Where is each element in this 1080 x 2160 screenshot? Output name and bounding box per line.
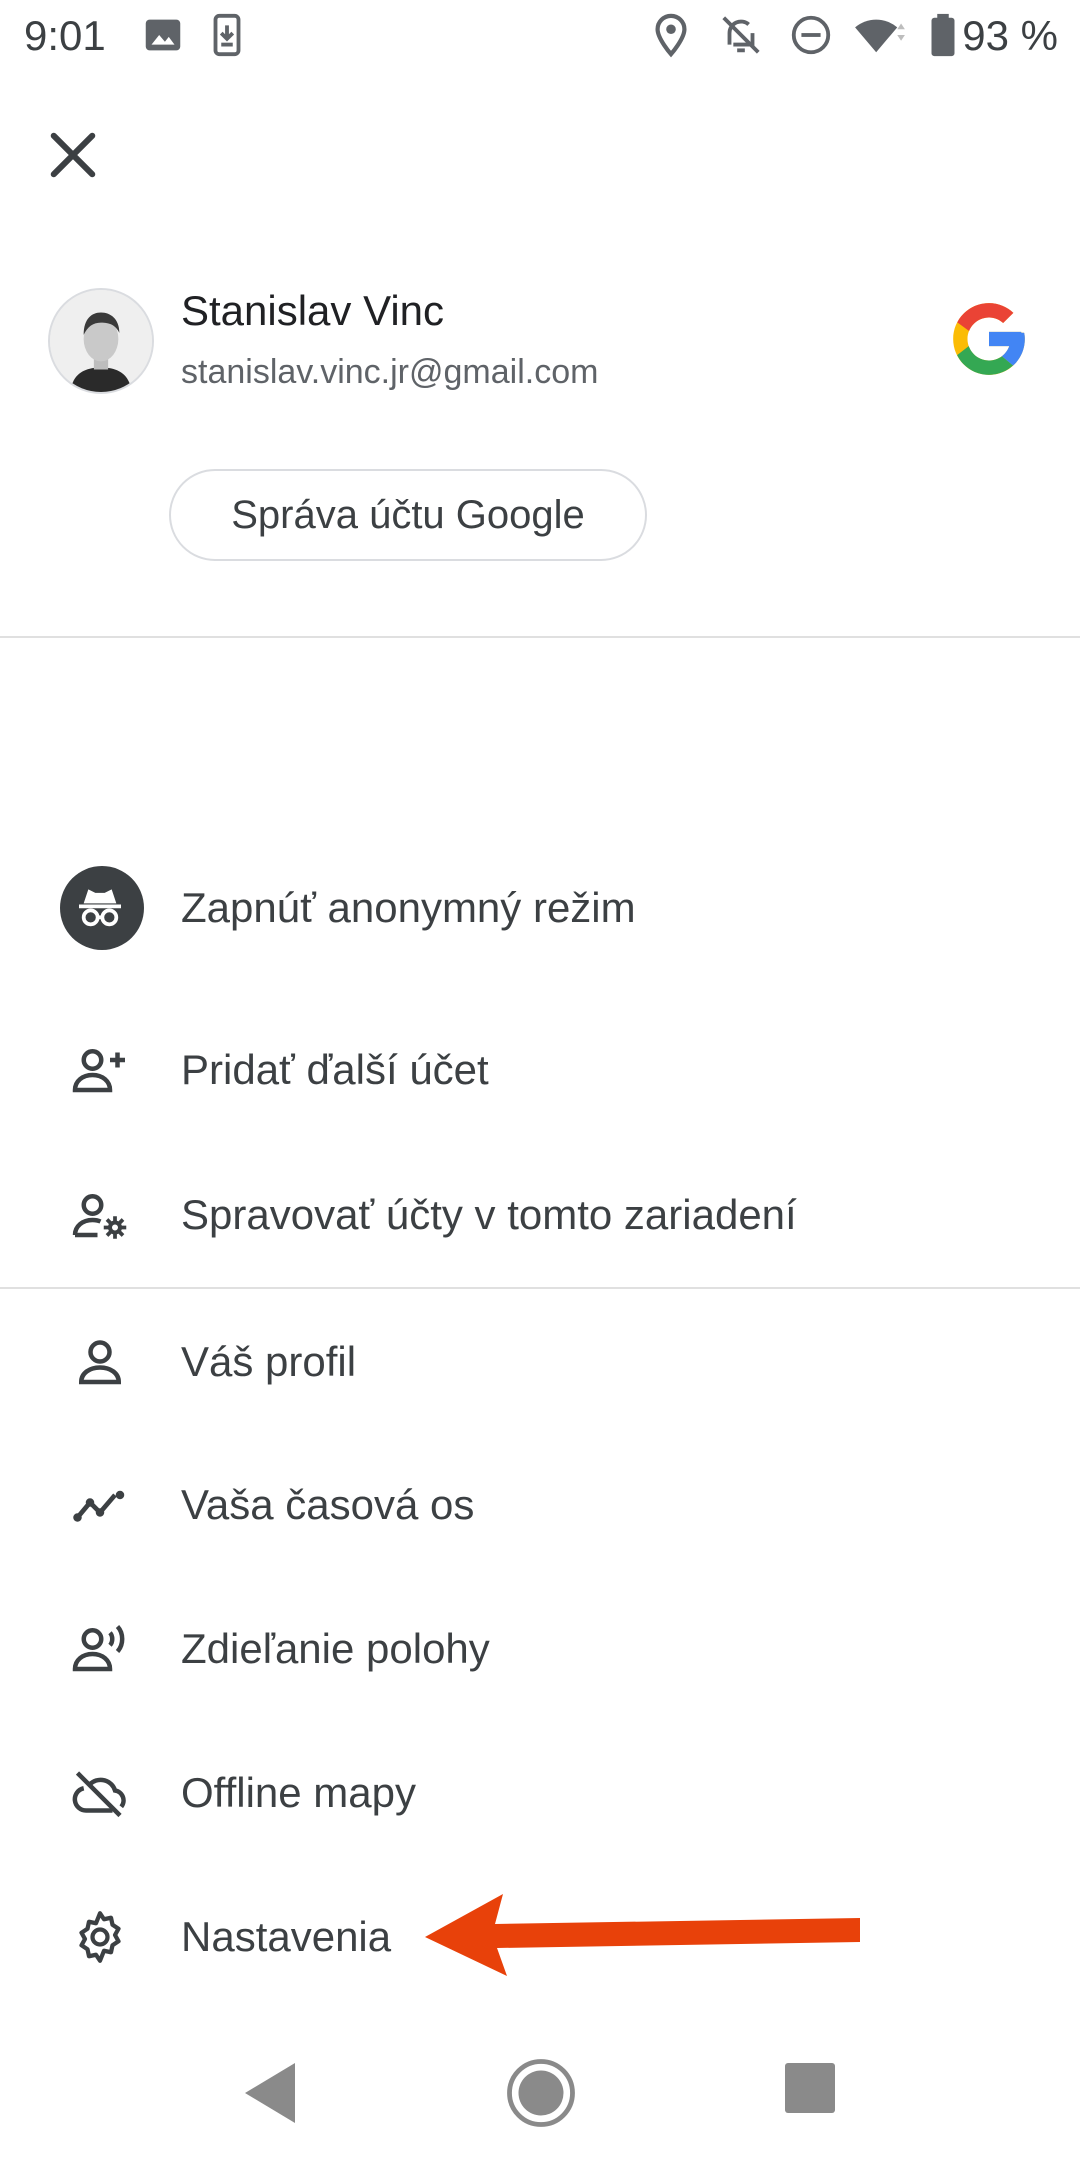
- battery-icon: [931, 13, 955, 57]
- cloud-off-icon: [72, 1771, 126, 1818]
- incognito-icon: [79, 889, 121, 927]
- menu-item-incognito[interactable]: Zapnúť anonymný režim: [0, 853, 1080, 963]
- settings-gear-icon: [79, 1911, 121, 1963]
- phone-download-icon: [213, 13, 241, 57]
- person-icon: [78, 1340, 122, 1385]
- menu-item-label: Zapnúť anonymný režim: [181, 884, 636, 931]
- avatar-photo: [50, 290, 152, 392]
- wifi-icon: [855, 19, 905, 53]
- divider: [0, 1287, 1080, 1289]
- menu-item-label: Zdieľanie polohy: [181, 1625, 490, 1672]
- location-sharing-icon: [72, 1624, 125, 1672]
- menu-item-your-profile[interactable]: Váš profil: [0, 1307, 1080, 1417]
- recents-icon[interactable]: [785, 2063, 835, 2113]
- battery-percent: 93 %: [962, 12, 1058, 59]
- menu-item-label: Váš profil: [181, 1338, 357, 1385]
- menu-item-label: Vaša časová os: [181, 1481, 475, 1528]
- status-time: 9:01: [24, 12, 106, 59]
- divider: [0, 636, 1080, 638]
- do-not-disturb-icon: [791, 15, 831, 55]
- google-g-logo: [953, 303, 1025, 375]
- manage-accounts-icon: [72, 1194, 127, 1239]
- menu-item-label: Spravovať účty v tomto zariadení: [181, 1191, 797, 1238]
- back-icon[interactable]: [240, 2060, 300, 2126]
- bell-off-icon: [722, 16, 760, 54]
- add-person-icon: [72, 1049, 125, 1093]
- menu-item-timeline[interactable]: Vaša časová os: [0, 1450, 1080, 1560]
- image-icon: [145, 19, 181, 51]
- menu-item-manage-accounts[interactable]: Spravovať účty v tomto zariadení: [0, 1160, 1080, 1270]
- menu-item-offline-maps[interactable]: Offline mapy: [0, 1738, 1080, 1848]
- manage-google-account-button[interactable]: Správa účtu Google: [169, 469, 647, 561]
- account-name: Stanislav Vinc: [181, 287, 445, 334]
- menu-item-label: Pridať ďalší účet: [181, 1046, 489, 1093]
- annotation-arrow: [425, 1894, 860, 1976]
- home-icon[interactable]: [505, 2057, 577, 2129]
- account-email: stanislav.vinc.jr@gmail.com: [181, 353, 599, 391]
- location-icon: [655, 13, 687, 58]
- menu-item-location-sharing[interactable]: Zdieľanie polohy: [0, 1594, 1080, 1704]
- menu-item-label: Offline mapy: [181, 1769, 416, 1816]
- avatar[interactable]: [48, 288, 154, 394]
- menu-item-add-account[interactable]: Pridať ďalší účet: [0, 1015, 1080, 1125]
- timeline-icon: [73, 1490, 125, 1522]
- menu-item-label: Nastavenia: [181, 1913, 392, 1960]
- close-icon[interactable]: [40, 122, 106, 188]
